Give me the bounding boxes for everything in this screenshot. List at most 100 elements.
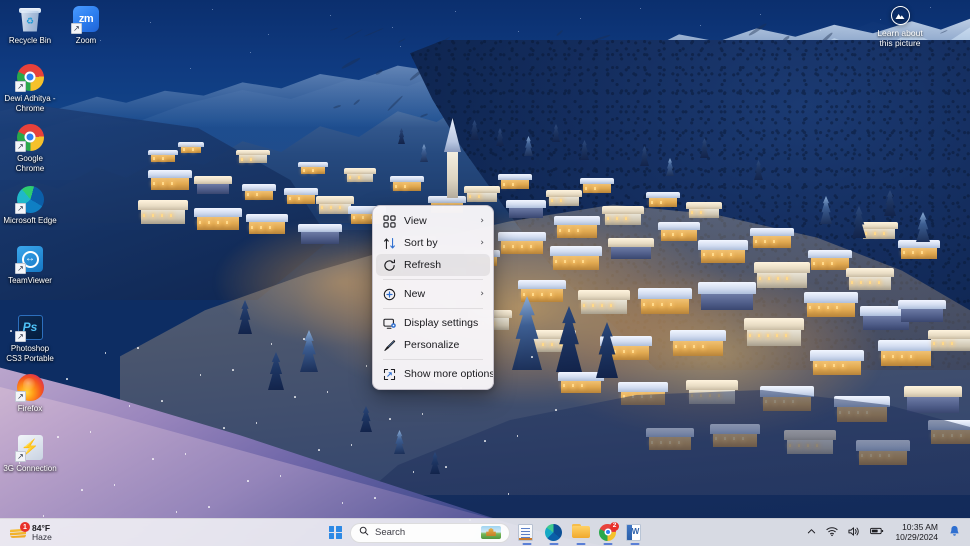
context-menu-item-label: Sort by	[404, 237, 438, 249]
shortcut-overlay-icon: ↗	[15, 203, 26, 214]
search-placeholder: Search	[375, 527, 406, 538]
wallpaper-church-tower	[447, 150, 458, 198]
context-menu-item-label: Display settings	[404, 317, 479, 329]
context-menu-separator	[383, 308, 483, 309]
running-indicator	[576, 542, 586, 545]
taskbar: 1 84°F Haze Search 2 W 10:35 AM 10/29/20…	[0, 518, 970, 546]
display-monitor-icon	[382, 316, 397, 331]
firefox-icon: ↗	[15, 372, 45, 402]
learn-label-line2: this picture	[879, 38, 921, 48]
desktop-icon-dewi-adhitya-chrome[interactable]: ↗ Dewi Adhitya - Chrome	[2, 62, 58, 113]
desktop-icon-google-chrome[interactable]: ↗ Google Chrome	[2, 122, 58, 173]
taskbar-clock[interactable]: 10:35 AM 10/29/2024	[890, 522, 943, 543]
context-menu-item-view[interactable]: View ›	[376, 210, 490, 232]
context-menu-item-label: Personalize	[404, 339, 460, 351]
running-indicator	[630, 542, 640, 545]
chevron-right-icon: ›	[480, 215, 484, 226]
desktop-icon-microsoft-edge[interactable]: ↗ Microsoft Edge	[2, 184, 58, 226]
tray-overflow-button[interactable]	[803, 522, 820, 544]
context-menu-separator	[383, 359, 483, 360]
desktop-icon-label: Zoom	[75, 36, 97, 45]
running-indicator	[549, 542, 559, 545]
microsoft-edge-icon: ↗	[15, 184, 45, 214]
desktop-icon-zoom[interactable]: zm ↗ Zoom	[58, 4, 114, 46]
bell-icon	[949, 525, 960, 540]
3g-connection-icon: ⚡ ↗	[15, 432, 45, 462]
teamviewer-icon: ↗	[15, 244, 45, 274]
taskbar-app-word[interactable]: W	[623, 521, 647, 545]
tray-volume-button[interactable]	[844, 522, 864, 544]
search-highlight-thumbnail[interactable]	[481, 526, 501, 539]
context-menu-item-label: Refresh	[404, 259, 442, 271]
learn-about-picture-label: Learn about this picture	[877, 28, 922, 48]
zoom-app-icon: zm ↗	[71, 4, 101, 34]
google-chrome-icon: ↗	[15, 122, 45, 152]
taskbar-weather-widget[interactable]: 1 84°F Haze	[0, 520, 60, 546]
desktop-icon-3g-connection[interactable]: ⚡ ↗ 3G Connection	[2, 432, 58, 474]
desktop-context-menu[interactable]: View › Sort by › Refresh New › Display s…	[372, 205, 494, 390]
shortcut-overlay-icon: ↗	[15, 141, 26, 152]
shortcut-overlay-icon: ↗	[15, 391, 26, 402]
refresh-icon	[382, 258, 397, 273]
running-indicator	[603, 542, 613, 545]
wifi-icon	[826, 526, 839, 540]
notification-center-button[interactable]	[945, 522, 964, 544]
running-indicator	[522, 542, 532, 545]
grid-view-icon	[382, 214, 397, 229]
battery-icon	[870, 526, 884, 539]
context-menu-item-label: Show more options	[404, 368, 494, 380]
context-menu-item-refresh[interactable]: Refresh	[376, 254, 490, 276]
desktop-icon-recycle-bin[interactable]: ♻ Recycle Bin	[2, 4, 58, 46]
clock-date: 10/29/2024	[895, 531, 938, 542]
learn-about-picture-widget[interactable]: Learn about this picture	[858, 6, 942, 48]
tray-battery-button[interactable]	[866, 522, 888, 544]
desktop-icon-photoshop-cs3-portable[interactable]: Ps ↗ Photoshop CS3 Portable	[2, 312, 58, 363]
google-chrome-icon: ↗	[15, 62, 45, 92]
context-menu-item-label: New	[404, 288, 426, 300]
search-icon	[359, 526, 369, 539]
context-menu-item-show-more-options[interactable]: Show more options	[376, 363, 493, 385]
context-menu-item-new[interactable]: New ›	[376, 283, 490, 305]
learn-label-line1: Learn about	[877, 28, 923, 38]
chevron-right-icon: ›	[480, 237, 484, 248]
desktop-icon-label: 3G Connection	[3, 464, 57, 473]
chrome-notification-badge: 2	[610, 521, 619, 531]
taskbar-center-cluster: Search 2 W	[323, 519, 647, 546]
taskbar-app-file-explorer[interactable]	[569, 521, 593, 545]
windows-start-icon	[328, 526, 342, 539]
notepad-icon	[518, 523, 533, 541]
file-explorer-icon	[572, 523, 590, 538]
show-more-options-icon	[382, 367, 397, 382]
shortcut-overlay-icon: ↗	[15, 331, 26, 342]
photoshop-icon: Ps ↗	[15, 312, 45, 342]
context-menu-separator	[383, 279, 483, 280]
chevron-up-icon	[807, 527, 816, 539]
haze-sun-icon: 1	[10, 522, 30, 540]
shortcut-overlay-icon: ↗	[15, 81, 26, 92]
desktop-icon-label: Photoshop CS3 Portable	[6, 344, 54, 363]
system-tray: 10:35 AM 10/29/2024	[803, 519, 970, 546]
desktop-icon-firefox[interactable]: ↗ Firefox	[2, 372, 58, 414]
search-input[interactable]: Search	[350, 522, 510, 543]
speaker-icon	[848, 526, 860, 540]
taskbar-app-notepad[interactable]	[515, 521, 539, 545]
microsoft-edge-icon	[545, 523, 562, 541]
plus-circle-icon	[382, 287, 397, 302]
context-menu-item-display-settings[interactable]: Display settings	[376, 312, 490, 334]
sort-arrows-icon	[382, 236, 397, 251]
desktop-icon-label: Dewi Adhitya - Chrome	[4, 94, 56, 113]
taskbar-app-chrome[interactable]: 2	[596, 521, 620, 545]
context-menu-item-sort-by[interactable]: Sort by ›	[376, 232, 490, 254]
tray-network-button[interactable]	[822, 522, 842, 544]
paintbrush-icon	[382, 338, 397, 353]
context-menu-item-label: View	[404, 215, 427, 227]
start-button[interactable]	[323, 521, 347, 545]
weather-condition: Haze	[32, 531, 52, 542]
desktop-icon-label: Recycle Bin	[8, 36, 52, 45]
context-menu-item-personalize[interactable]: Personalize	[376, 334, 490, 356]
shortcut-overlay-icon: ↗	[15, 263, 26, 274]
chevron-right-icon: ›	[480, 288, 484, 299]
desktop-icon-label: Firefox	[17, 404, 43, 413]
desktop-icon-teamviewer[interactable]: ↗ TeamViewer	[2, 244, 58, 286]
taskbar-app-edge[interactable]	[542, 521, 566, 545]
